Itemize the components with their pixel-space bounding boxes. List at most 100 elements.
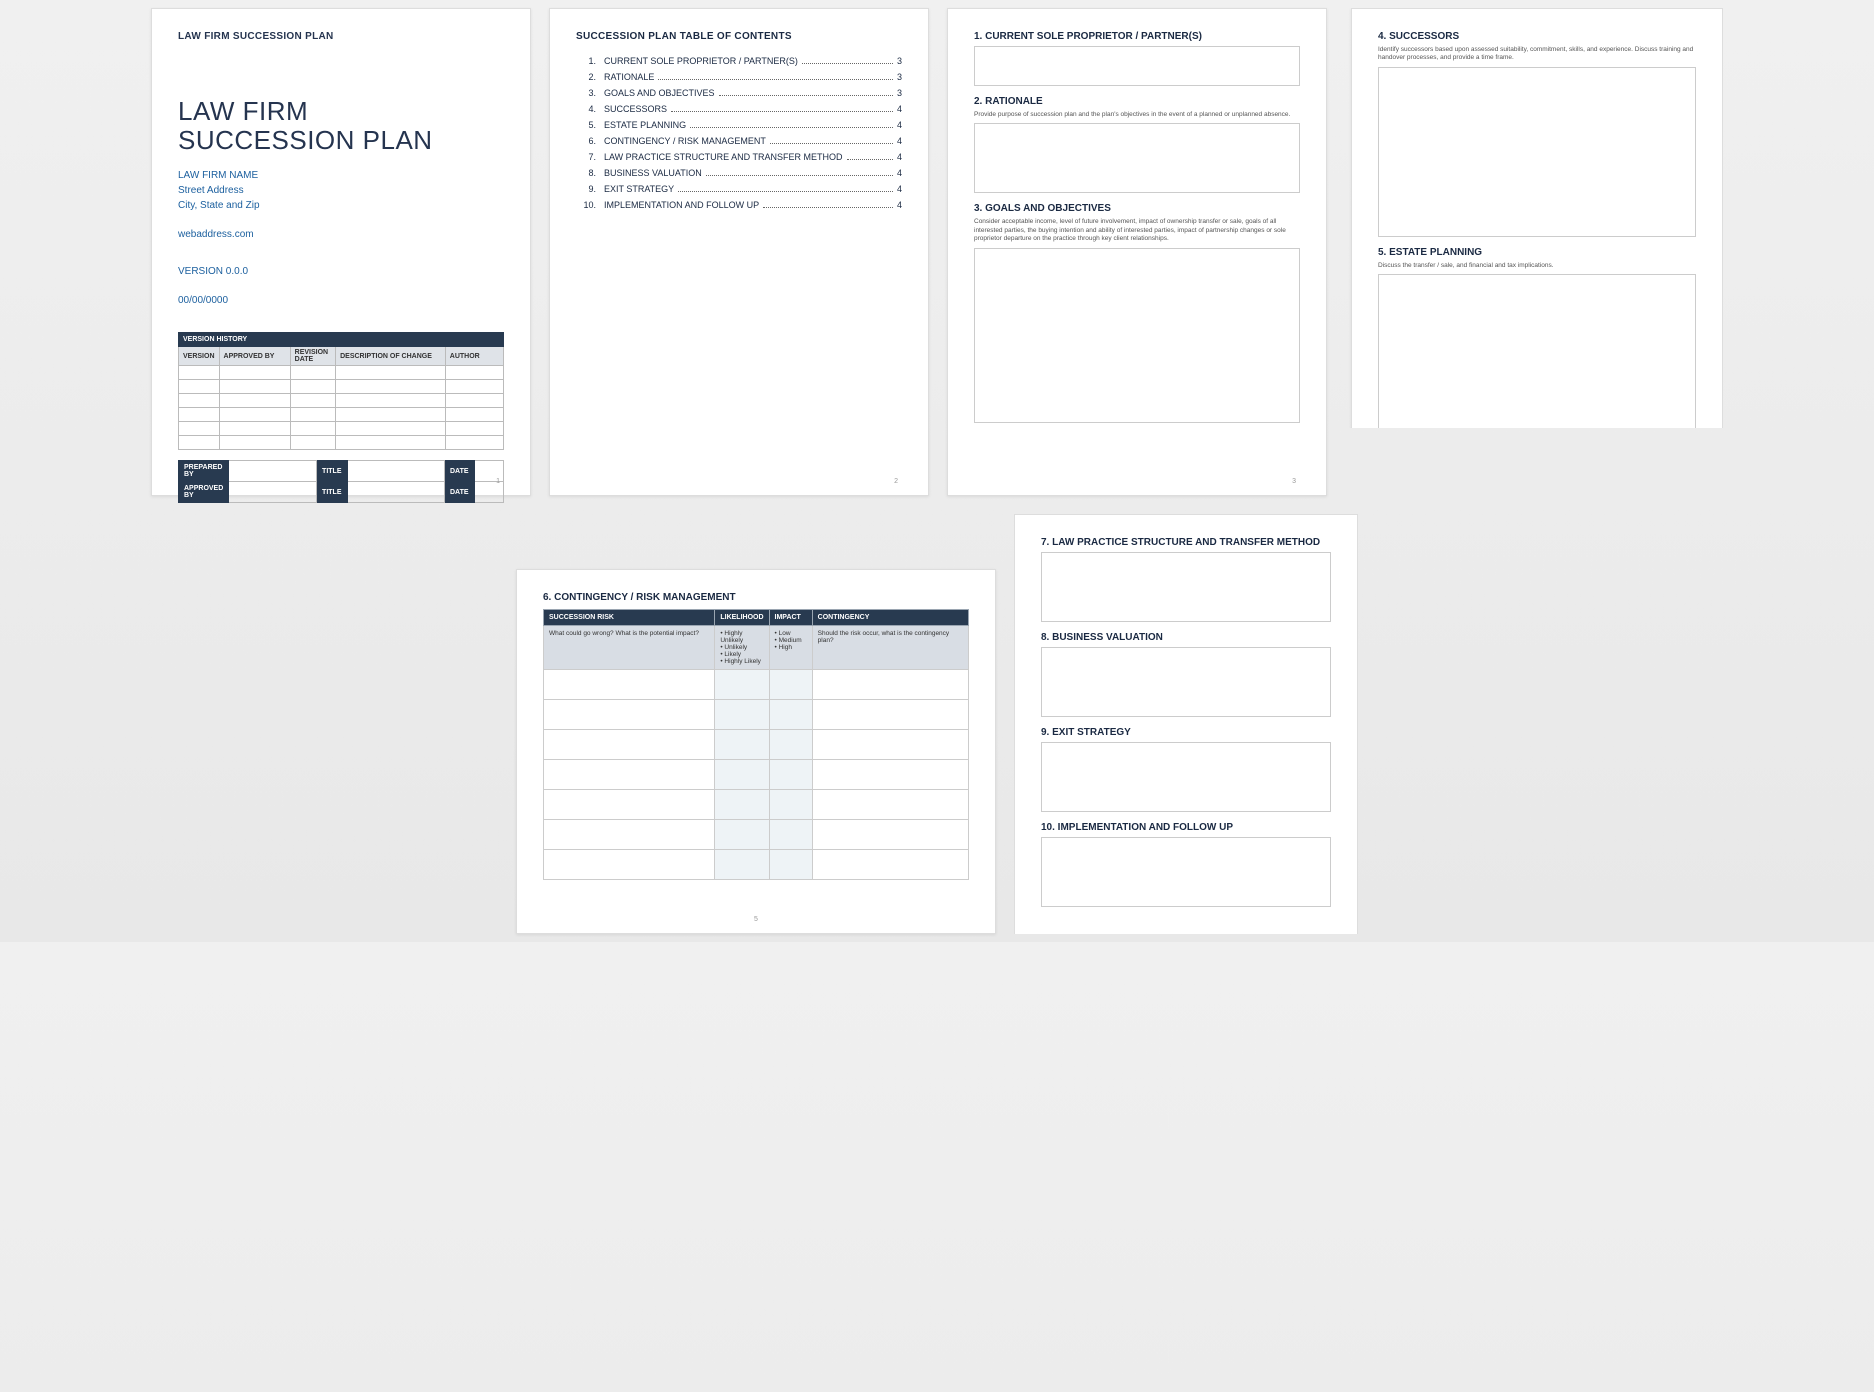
toc-page: 4 (897, 152, 902, 162)
risk-col-contingency: CONTINGENCY (812, 610, 968, 626)
section-1-box (974, 46, 1300, 86)
section-9-box (1041, 742, 1331, 812)
risk-col-likelihood: LIKELIHOOD (715, 610, 769, 626)
toc-page: 3 (897, 72, 902, 82)
toc-page: 4 (897, 168, 902, 178)
section-4-desc: Identify successors based upon assessed … (1378, 46, 1696, 63)
toc-item: 3.GOALS AND OBJECTIVES3 (576, 88, 902, 98)
toc-item: 1.CURRENT SOLE PROPRIETOR / PARTNER(S)3 (576, 56, 902, 66)
toc-num: 9. (576, 184, 596, 194)
table-row (544, 850, 969, 880)
toc-num: 10. (576, 200, 596, 210)
section-10-title: 10. IMPLEMENTATION AND FOLLOW UP (1041, 822, 1331, 833)
toc-label: SUCCESSORS (604, 104, 667, 114)
table-row (179, 394, 504, 408)
section-1-title: 1. CURRENT SOLE PROPRIETOR / PARTNER(S) (974, 31, 1300, 42)
toc-item: 10.IMPLEMENTATION AND FOLLOW UP4 (576, 200, 902, 210)
vh-col-approved: APPROVED BY (219, 347, 290, 366)
section-3-title: 3. GOALS AND OBJECTIVES (974, 203, 1300, 214)
toc-leader (690, 127, 893, 128)
toc-label: LAW PRACTICE STRUCTURE AND TRANSFER METH… (604, 152, 843, 162)
table-row (544, 760, 969, 790)
toc-heading: SUCCESSION PLAN TABLE OF CONTENTS (576, 31, 902, 42)
section-2-box (974, 123, 1300, 193)
toc-num: 3. (576, 88, 596, 98)
version-history-table: VERSION HISTORY VERSION APPROVED BY REVI… (178, 332, 504, 450)
sig-approved-by: APPROVED BY (179, 482, 229, 503)
section-6-title: 6. CONTINGENCY / RISK MANAGEMENT (543, 592, 969, 603)
document-title: LAW FIRM SUCCESSION PLAN (178, 97, 504, 154)
section-7-title: 7. LAW PRACTICE STRUCTURE AND TRANSFER M… (1041, 537, 1331, 548)
page-5: 6. CONTINGENCY / RISK MANAGEMENT SUCCESS… (516, 569, 996, 934)
toc-leader (763, 207, 893, 208)
page-number: 5 (754, 916, 758, 923)
page-number: 3 (1292, 478, 1296, 485)
sig-date2: DATE (445, 482, 475, 503)
risk-col-risk: SUCCESSION RISK (544, 610, 715, 626)
table-row (179, 422, 504, 436)
table-row (179, 380, 504, 394)
sig-prepared-by: PREPARED BY (179, 461, 229, 482)
section-10: 10. IMPLEMENTATION AND FOLLOW UP (1041, 822, 1331, 907)
toc-label: RATIONALE (604, 72, 654, 82)
doc-date: 00/00/0000 (178, 295, 504, 306)
table-row (544, 670, 969, 700)
page-1: LAW FIRM SUCCESSION PLAN LAW FIRM SUCCES… (151, 8, 531, 496)
firm-web: webaddress.com (178, 229, 504, 240)
version-history-bar: VERSION HISTORY (179, 333, 504, 347)
section-8-box (1041, 647, 1331, 717)
toc-list: 1.CURRENT SOLE PROPRIETOR / PARTNER(S)32… (576, 56, 902, 210)
section-10-box (1041, 837, 1331, 907)
toc-leader (678, 191, 893, 192)
toc-num: 6. (576, 136, 596, 146)
table-row (544, 730, 969, 760)
section-1: 1. CURRENT SOLE PROPRIETOR / PARTNER(S) (974, 31, 1300, 86)
toc-item: 4.SUCCESSORS4 (576, 104, 902, 114)
sig-date1: DATE (445, 461, 475, 482)
doc-version: VERSION 0.0.0 (178, 266, 504, 277)
table-row (544, 820, 969, 850)
toc-leader (658, 79, 893, 80)
section-9: 9. EXIT STRATEGY (1041, 727, 1331, 812)
section-2-title: 2. RATIONALE (974, 96, 1300, 107)
section-5-desc: Discuss the transfer / sale, and financi… (1378, 262, 1696, 270)
firm-block: LAW FIRM NAME Street Address City, State… (178, 168, 504, 213)
title-line2: SUCCESSION PLAN (178, 125, 433, 155)
section-4-title: 4. SUCCESSORS (1378, 31, 1696, 42)
section-5: 5. ESTATE PLANNING Discuss the transfer … (1378, 247, 1696, 428)
toc-label: BUSINESS VALUATION (604, 168, 702, 178)
toc-leader (847, 159, 893, 160)
section-2-desc: Provide purpose of succession plan and t… (974, 111, 1300, 119)
toc-item: 7. LAW PRACTICE STRUCTURE AND TRANSFER ME… (576, 152, 902, 162)
vh-col-desc: DESCRIPTION OF CHANGE (336, 347, 446, 366)
risk-col-impact: IMPACT (769, 610, 812, 626)
page-number: 2 (894, 478, 898, 485)
toc-page: 4 (897, 104, 902, 114)
table-row (544, 790, 969, 820)
page-6: 7. LAW PRACTICE STRUCTURE AND TRANSFER M… (1014, 514, 1358, 934)
section-8: 8. BUSINESS VALUATION (1041, 632, 1331, 717)
section-3-desc: Consider acceptable income, level of fut… (974, 218, 1300, 243)
table-row (544, 700, 969, 730)
toc-page: 4 (897, 184, 902, 194)
table-row (179, 408, 504, 422)
section-5-title: 5. ESTATE PLANNING (1378, 247, 1696, 258)
toc-page: 4 (897, 120, 902, 130)
page-2: SUCCESSION PLAN TABLE OF CONTENTS 1.CURR… (549, 8, 929, 496)
page-number: 1 (496, 478, 500, 485)
page1-header: LAW FIRM SUCCESSION PLAN (178, 31, 504, 42)
section-7-box (1041, 552, 1331, 622)
section-7: 7. LAW PRACTICE STRUCTURE AND TRANSFER M… (1041, 537, 1331, 622)
toc-item: 9. EXIT STRATEGY 4 (576, 184, 902, 194)
toc-leader (802, 63, 893, 64)
section-9-title: 9. EXIT STRATEGY (1041, 727, 1331, 738)
toc-label: EXIT STRATEGY (604, 184, 674, 194)
table-row (179, 366, 504, 380)
toc-num: 8. (576, 168, 596, 178)
toc-page: 4 (897, 136, 902, 146)
firm-city: City, State and Zip (178, 200, 260, 211)
toc-page: 4 (897, 200, 902, 210)
toc-num: 7. (576, 152, 596, 162)
toc-label: CONTINGENCY / RISK MANAGEMENT (604, 136, 766, 146)
toc-leader (770, 143, 893, 144)
